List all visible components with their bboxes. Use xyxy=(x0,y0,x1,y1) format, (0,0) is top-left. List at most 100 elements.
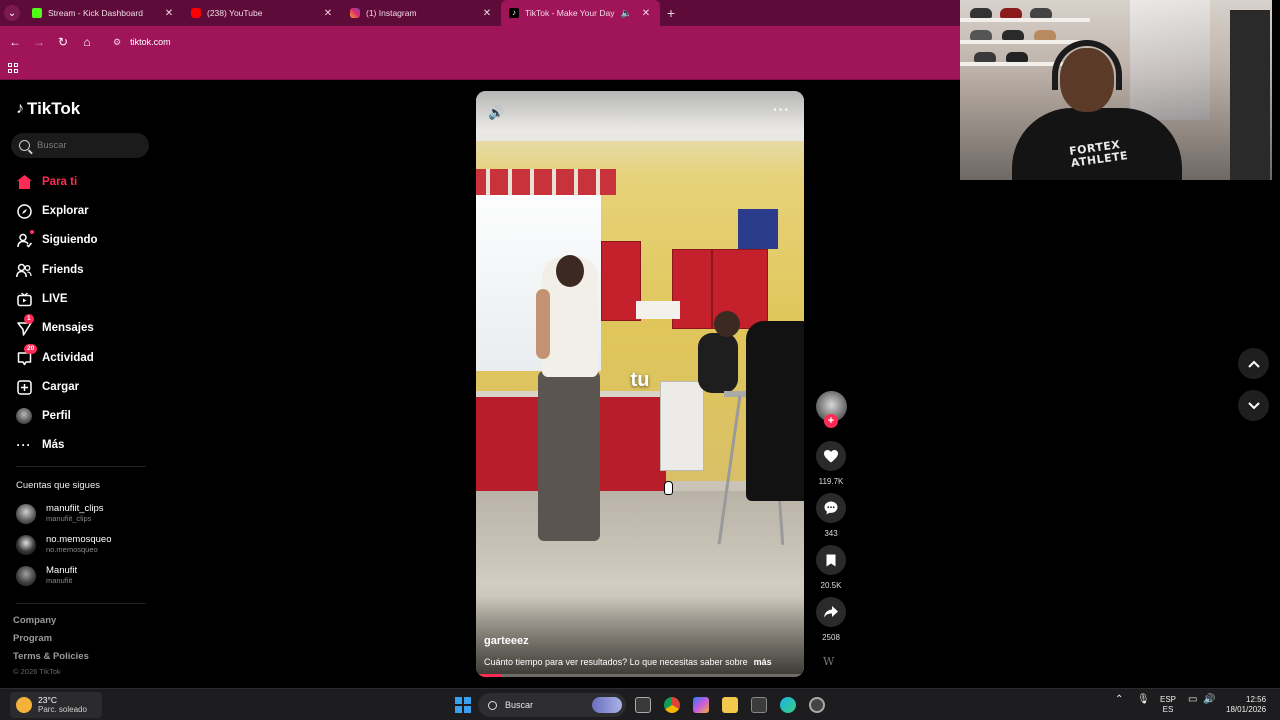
sidebar-item-live[interactable]: LIVE xyxy=(16,290,68,308)
more-link[interactable]: más xyxy=(754,657,772,667)
file-explorer-icon[interactable] xyxy=(722,697,738,713)
store-icon[interactable] xyxy=(751,697,767,713)
taskbar-search[interactable]: Buscar xyxy=(478,693,626,717)
clock[interactable]: 12:56 18/01/2026 xyxy=(1226,695,1266,715)
search-input[interactable] xyxy=(37,140,137,151)
back-arrow-icon[interactable]: ← xyxy=(3,35,27,49)
tab-tiktok[interactable]: ♪ TikTok - Make Your Day 🔈 ✕ xyxy=(501,0,660,26)
close-icon[interactable]: ✕ xyxy=(640,8,652,19)
compass-icon xyxy=(16,203,32,219)
sidebar-item-cargar[interactable]: Cargar xyxy=(16,378,79,396)
video-player[interactable]: tu 🔊 ··· garteeez Cuánto tiempo para ver… xyxy=(476,91,804,677)
share-action[interactable]: 2508 xyxy=(816,597,846,642)
sidebar-item-para-ti[interactable]: Para ti xyxy=(16,173,77,191)
sidebar-item-label: Perfil xyxy=(42,410,71,422)
avatar xyxy=(16,503,36,524)
close-icon[interactable]: ✕ xyxy=(481,8,493,19)
windows-start-icon[interactable] xyxy=(455,697,471,713)
tab-title: (238) YouTube xyxy=(207,8,263,18)
copilot-icon[interactable] xyxy=(693,697,709,713)
tab-kick[interactable]: Stream - Kick Dashboard ✕ xyxy=(24,0,183,26)
search-icon xyxy=(19,140,30,151)
heart-icon[interactable] xyxy=(816,441,846,471)
site-settings-icon[interactable]: ⚙ xyxy=(113,37,121,48)
bookmark-icon[interactable] xyxy=(816,545,846,575)
instagram-favicon-icon xyxy=(350,8,360,18)
profile-avatar xyxy=(16,408,32,424)
chevron-up-icon[interactable]: ⌃ xyxy=(1115,695,1123,705)
clock-date: 18/01/2026 xyxy=(1226,705,1267,714)
video-author[interactable]: garteeez xyxy=(484,635,529,647)
close-icon[interactable]: ✕ xyxy=(163,8,175,19)
upload-icon xyxy=(16,379,32,395)
comment-action[interactable]: 343 xyxy=(816,493,846,538)
following-account[interactable]: manufiit_clips manufiit_clips xyxy=(16,503,104,524)
search-icon xyxy=(488,700,497,710)
account-name: no.memosqueo xyxy=(46,534,112,545)
close-icon[interactable]: ✕ xyxy=(322,8,334,19)
screen: ⌄ Stream - Kick Dashboard ✕ (238) YouTub… xyxy=(0,0,1280,720)
weather-widget[interactable]: 23°C Parc. soleado xyxy=(10,692,102,718)
tab-search-button[interactable]: ⌄ xyxy=(0,0,24,26)
reload-icon[interactable]: ↻ xyxy=(51,35,75,49)
tiktok-logo[interactable]: ♪ TikTok xyxy=(16,99,80,119)
video-progress-bar[interactable] xyxy=(476,674,804,677)
more-options-icon[interactable]: ··· xyxy=(773,101,790,117)
microphone-icon[interactable]: 🎙 xyxy=(1137,695,1150,705)
sidebar-item-siguiendo[interactable]: Siguiendo xyxy=(16,230,98,249)
following-section-title: Cuentas que sigues xyxy=(16,480,100,491)
volume-icon[interactable]: 🔊 xyxy=(1203,695,1215,705)
language-indicator[interactable]: ESP ES xyxy=(1160,695,1176,715)
search-box[interactable] xyxy=(11,133,149,158)
sidebar-item-friends[interactable]: Friends xyxy=(16,261,84,279)
sidebar-item-mas[interactable]: ··· Más xyxy=(16,436,65,454)
tab-youtube[interactable]: (238) YouTube ✕ xyxy=(183,0,342,26)
speaker-icon[interactable]: 🔈 xyxy=(621,8,632,19)
sidebar-item-actividad[interactable]: 20 Actividad xyxy=(16,344,94,367)
progress-fill xyxy=(476,674,503,677)
task-view-icon[interactable] xyxy=(635,697,651,713)
app-icon[interactable] xyxy=(809,697,825,713)
sidebar-item-label: Más xyxy=(42,439,65,451)
chevron-up-icon xyxy=(1247,360,1260,368)
account-handle: manufiit xyxy=(46,576,73,585)
edge-icon[interactable] xyxy=(780,697,796,713)
network-icon[interactable]: ▭ xyxy=(1188,695,1197,705)
footer-link-company[interactable]: Company xyxy=(13,615,56,626)
avatar xyxy=(16,534,36,555)
chrome-icon[interactable] xyxy=(664,697,680,713)
new-tab-button[interactable]: + xyxy=(660,5,682,21)
home-icon[interactable]: ⌂ xyxy=(75,35,99,49)
sidebar-item-label: Para ti xyxy=(42,176,78,188)
like-count: 119.7K xyxy=(818,477,844,486)
notification-dot xyxy=(30,230,34,234)
apps-grid-icon[interactable] xyxy=(8,63,18,73)
footer-link-program[interactable]: Program xyxy=(13,633,52,644)
next-video-button[interactable] xyxy=(1238,390,1269,421)
windows-taskbar: 23°C Parc. soleado Buscar ⌃ 🎙 ESP ES ▭ 🔊… xyxy=(0,688,1280,720)
music-disc-icon[interactable]: W xyxy=(823,655,834,668)
description-text: Cuánto tiempo para ver resultados? Lo qu… xyxy=(484,657,748,667)
search-highlight-image xyxy=(592,697,622,713)
sidebar-item-mensajes[interactable]: 1 Mensajes xyxy=(16,314,94,337)
follow-plus-icon[interactable]: + xyxy=(824,414,838,428)
previous-video-button[interactable] xyxy=(1238,348,1269,379)
tab-instagram[interactable]: (1) Instagram ✕ xyxy=(342,0,501,26)
copyright-text: © 2026 TikTok xyxy=(13,667,61,676)
sidebar-item-explorar[interactable]: Explorar xyxy=(16,202,89,220)
weather-desc: Parc. soleado xyxy=(38,705,87,714)
divider xyxy=(16,466,146,467)
comment-icon[interactable] xyxy=(816,493,846,523)
save-action[interactable]: 20.5K xyxy=(816,545,846,590)
sidebar-item-perfil[interactable]: Perfil xyxy=(16,407,71,425)
share-icon[interactable] xyxy=(816,597,846,627)
volume-icon[interactable]: 🔊 xyxy=(488,105,504,121)
forward-arrow-icon[interactable]: → xyxy=(27,35,51,49)
more-icon: ··· xyxy=(16,438,32,452)
url-field[interactable]: ⚙ tiktok.com xyxy=(113,37,171,48)
following-account[interactable]: no.memosqueo no.memosqueo xyxy=(16,534,111,555)
like-action[interactable]: 119.7K xyxy=(816,441,846,486)
webcam-overlay: FORTEX ATHLETE xyxy=(960,0,1272,180)
following-account[interactable]: Manufit manufiit xyxy=(16,565,77,586)
footer-link-terms[interactable]: Terms & Policies xyxy=(13,651,89,662)
